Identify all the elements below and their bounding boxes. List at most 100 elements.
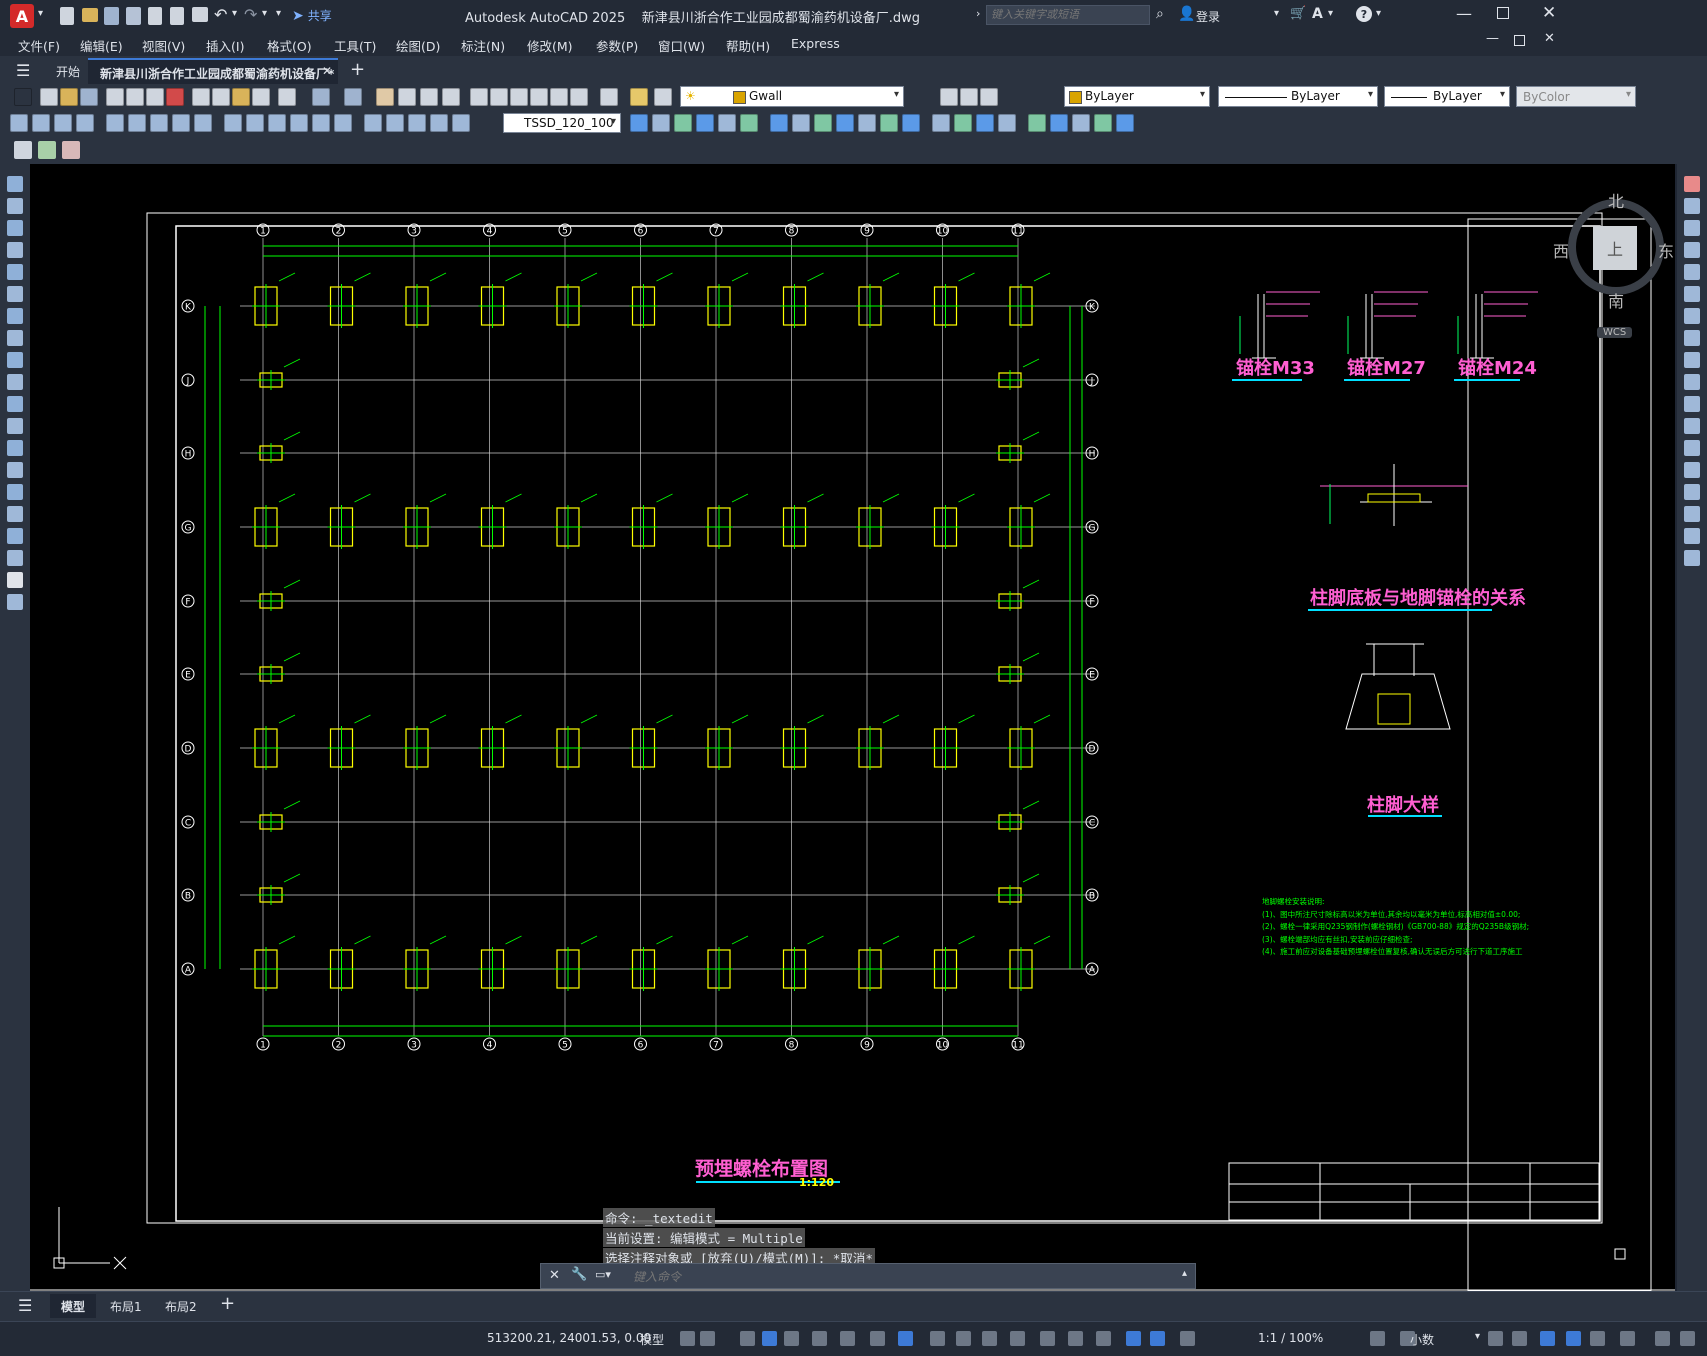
infer-constraints-icon[interactable]	[740, 1331, 755, 1346]
arc-length-icon[interactable]	[54, 114, 72, 132]
diameter-dim-icon[interactable]	[150, 114, 168, 132]
viewcube-east[interactable]: 东	[1658, 238, 1674, 262]
viewcube[interactable]: 上 北 南 西 东 WCS	[1550, 184, 1674, 338]
drawing-canvas[interactable]: 1 1 2 2 3 3 4 4 5 5 6 6 7 7 8 8 9 9 10 10 11 11 K K J J H H G G F F E E D D…	[30, 164, 1675, 1291]
break-right-icon[interactable]	[1684, 440, 1700, 456]
menu-item[interactable]: 参数(P)	[596, 36, 638, 55]
layer-previous-icon[interactable]	[960, 88, 978, 106]
stretch-right-icon[interactable]	[1684, 352, 1700, 368]
block-editor-icon[interactable]	[278, 88, 296, 106]
break-icon[interactable]	[880, 114, 898, 132]
web-mobile-icon[interactable]	[148, 7, 162, 25]
quick-properties-icon[interactable]	[1488, 1331, 1503, 1346]
plot-icon[interactable]	[106, 88, 124, 106]
radius-dim-icon[interactable]	[106, 114, 124, 132]
viewcube-south[interactable]: 南	[1608, 288, 1624, 312]
lineweight-dropdown[interactable]: ByLayer ▾	[1384, 86, 1510, 107]
3d-osnap-icon[interactable]	[1010, 1331, 1025, 1346]
dynamic-ucs-icon[interactable]	[1040, 1331, 1055, 1346]
units-dropdown[interactable]: 小数 ▾	[1410, 1331, 1480, 1348]
tolerance-icon[interactable]	[312, 114, 330, 132]
help-icon[interactable]	[600, 88, 618, 106]
erase-icon[interactable]	[630, 114, 648, 132]
plotstyle-dropdown[interactable]: ByColor ▾	[1516, 86, 1636, 107]
menu-item[interactable]: 视图(V)	[142, 36, 185, 55]
auto-scale-icon[interactable]	[1150, 1331, 1165, 1346]
menu-item[interactable]: 修改(M)	[527, 36, 573, 55]
hardware-acceleration-icon[interactable]	[1566, 1331, 1581, 1346]
fullscreen-icon[interactable]	[1655, 1331, 1670, 1346]
dynamic-input-icon[interactable]	[762, 1331, 777, 1346]
region-icon[interactable]	[998, 114, 1016, 132]
mirror-right-icon[interactable]	[1684, 220, 1700, 236]
circle-icon[interactable]	[7, 308, 23, 324]
erase-right-icon[interactable]	[1684, 176, 1700, 192]
lineweight-icon[interactable]	[930, 1331, 945, 1346]
polyline-icon[interactable]	[7, 220, 23, 236]
new-tab-button[interactable]: +	[350, 59, 365, 80]
pdf-icon[interactable]	[166, 88, 184, 106]
color-dropdown[interactable]: ByLayer ▾	[1064, 86, 1210, 107]
coordinate-readout[interactable]: 513200.21, 24001.53, 0.00	[487, 1331, 651, 1345]
scale-icon[interactable]	[792, 114, 810, 132]
wblock-icon[interactable]	[1116, 114, 1134, 132]
baseline-dim-icon[interactable]	[224, 114, 242, 132]
qnew-icon[interactable]	[40, 88, 58, 106]
menu-item[interactable]: 绘图(D)	[396, 36, 440, 55]
save-icon[interactable]	[104, 7, 119, 25]
save-cloud-icon[interactable]	[170, 7, 184, 25]
move-right-icon[interactable]	[1684, 286, 1700, 302]
zoom-window-icon[interactable]	[420, 88, 438, 106]
selection-cycling-icon[interactable]	[982, 1331, 997, 1346]
center-mark-icon[interactable]	[334, 114, 352, 132]
help-search-input[interactable]	[986, 5, 1150, 25]
tab-model[interactable]: 模型	[50, 1294, 96, 1318]
ellipse-arc-icon[interactable]	[7, 396, 23, 412]
chevron-up-icon[interactable]: ▴	[1182, 1268, 1187, 1279]
object-snap-tracking-icon[interactable]	[870, 1331, 885, 1346]
add-selected-icon[interactable]	[7, 594, 23, 610]
menu-item[interactable]: 文件(F)	[18, 36, 60, 55]
array-icon[interactable]	[718, 114, 736, 132]
osnap-icon[interactable]	[898, 1331, 913, 1346]
annotation-visibility-icon[interactable]	[1126, 1331, 1141, 1346]
revcloud-icon[interactable]	[7, 330, 23, 346]
region-draw-icon[interactable]	[7, 528, 23, 544]
chevron-down-icon[interactable]: ▾	[38, 8, 43, 19]
selection-filter-icon[interactable]	[1068, 1331, 1083, 1346]
annotation-scale[interactable]: 1:1 / 100%	[1258, 1331, 1323, 1345]
linetype-dropdown[interactable]: ByLayer ▾	[1218, 86, 1378, 107]
continue-dim-icon[interactable]	[246, 114, 264, 132]
viewcube-wcs[interactable]: WCS	[1597, 327, 1633, 338]
line-icon[interactable]	[7, 176, 23, 192]
grip-handle[interactable]	[1614, 1248, 1626, 1260]
explode-right-icon[interactable]	[1684, 550, 1700, 566]
grid-icon[interactable]	[680, 1331, 695, 1346]
trim-icon[interactable]	[836, 114, 854, 132]
construction-line-icon[interactable]	[7, 198, 23, 214]
aligned-dim-icon[interactable]	[32, 114, 50, 132]
hamburger-icon[interactable]	[14, 88, 32, 106]
close-button[interactable]: ✕	[1542, 3, 1556, 23]
design-center-icon[interactable]	[490, 88, 508, 106]
search-icon[interactable]: ⌕	[1156, 6, 1164, 22]
tab-layout2[interactable]: 布局2	[165, 1298, 197, 1315]
save-icon[interactable]	[80, 88, 98, 106]
doc-minimize-button[interactable]: —	[1486, 31, 1499, 46]
cut-icon[interactable]	[192, 88, 210, 106]
chamfer-right-icon[interactable]	[1684, 484, 1700, 500]
copy-object-icon[interactable]	[652, 114, 670, 132]
match-prop-icon[interactable]	[252, 88, 270, 106]
save-as-icon[interactable]	[126, 7, 141, 25]
quickcalc-icon[interactable]	[570, 88, 588, 106]
extend-right-icon[interactable]	[1684, 396, 1700, 412]
explode-icon[interactable]	[976, 114, 994, 132]
arc-icon[interactable]	[7, 286, 23, 302]
workspace-icon[interactable]	[1370, 1331, 1385, 1346]
join-icon[interactable]	[902, 114, 920, 132]
intersect-icon[interactable]	[1072, 114, 1090, 132]
hamburger-icon[interactable]: ☰	[16, 61, 30, 80]
viewcube-north[interactable]: 北	[1608, 188, 1624, 212]
edit-block-icon[interactable]	[14, 141, 32, 159]
wrench-icon[interactable]: 🔧	[571, 1267, 587, 1282]
